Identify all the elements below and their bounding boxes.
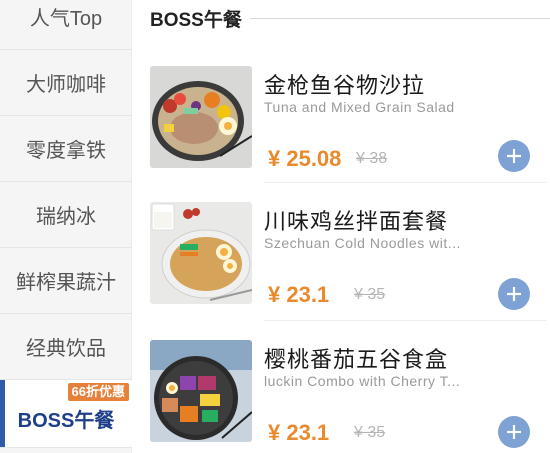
- price-value: ¥ 25.08: [268, 146, 342, 171]
- add-to-cart-button[interactable]: [498, 278, 530, 310]
- sidebar-item-label: 经典饮品: [26, 338, 106, 360]
- sidebar-item-label: 鲜榨果蔬汁: [16, 272, 116, 294]
- sidebar-item-popular-top[interactable]: 人气Top: [0, 0, 132, 50]
- row-divider: [264, 320, 546, 321]
- price-value: ¥ 23.1: [268, 282, 330, 307]
- product-image[interactable]: [150, 202, 252, 304]
- product-name: 樱桃番茄五谷食盒: [264, 347, 449, 372]
- product-name: 金枪鱼谷物沙拉: [264, 73, 426, 98]
- sidebar-item-boss-lunch[interactable]: 66折优惠 BOSS午餐: [0, 380, 132, 448]
- discount-badge: 66折优惠: [67, 383, 129, 401]
- section-header: BOSS午餐: [150, 4, 550, 32]
- product-price: ¥ 23.1: [268, 420, 329, 446]
- original-price: ¥ 35: [354, 424, 386, 441]
- original-price: ¥ 35: [354, 286, 386, 303]
- product-card[interactable]: 金枪鱼谷物沙拉 Tuna and Mixed Grain Salad ¥ 25.…: [150, 66, 550, 174]
- sidebar-item-master-coffee[interactable]: 大师咖啡: [0, 50, 132, 116]
- price-value: ¥ 23.1: [268, 420, 330, 445]
- original-price: ¥ 38: [356, 150, 388, 167]
- section-divider: [249, 17, 550, 19]
- plus-icon: [507, 425, 521, 439]
- sidebar-item-label: 大师咖啡: [26, 74, 106, 96]
- product-image[interactable]: [150, 340, 252, 442]
- row-divider: [264, 182, 546, 183]
- product-price: ¥ 23.1: [268, 282, 329, 308]
- product-card[interactable]: 川味鸡丝拌面套餐 Szechuan Cold Noodles wit... ¥ …: [150, 202, 550, 310]
- product-english-name: Tuna and Mixed Grain Salad: [264, 99, 455, 115]
- product-english-name: Szechuan Cold Noodles wit...: [264, 235, 461, 251]
- product-english-name: luckin Combo with Cherry T...: [264, 373, 461, 389]
- sidebar-item-label: 零度拿铁: [26, 140, 106, 162]
- sidebar-item-ruina-ice[interactable]: 瑞纳冰: [0, 182, 132, 248]
- product-card[interactable]: 樱桃番茄五谷食盒 luckin Combo with Cherry T... ¥…: [150, 340, 550, 448]
- product-list: BOSS午餐 金枪鱼谷物沙拉 Tuna and Mixed Grain Sala…: [132, 0, 550, 453]
- section-title: BOSS午餐: [150, 9, 242, 31]
- plus-icon: [507, 287, 521, 301]
- category-sidebar: 人气Top 大师咖啡 零度拿铁 瑞纳冰 鲜榨果蔬汁 经典饮品 66折优惠 BOS…: [0, 0, 132, 453]
- add-to-cart-button[interactable]: [498, 416, 530, 448]
- plus-icon: [507, 149, 521, 163]
- sidebar-item-label: 瑞纳冰: [36, 206, 96, 228]
- add-to-cart-button[interactable]: [498, 140, 530, 172]
- sidebar-item-label: 人气Top: [29, 8, 103, 30]
- product-image[interactable]: [150, 66, 252, 168]
- sidebar-item-classic-drinks[interactable]: 经典饮品: [0, 314, 132, 380]
- sidebar-item-label: BOSS午餐: [17, 410, 115, 432]
- sidebar-item-fresh-juice[interactable]: 鲜榨果蔬汁: [0, 248, 132, 314]
- product-price: ¥ 25.08: [268, 146, 341, 172]
- sidebar-item-zero-latte[interactable]: 零度拿铁: [0, 116, 132, 182]
- product-name: 川味鸡丝拌面套餐: [264, 209, 449, 234]
